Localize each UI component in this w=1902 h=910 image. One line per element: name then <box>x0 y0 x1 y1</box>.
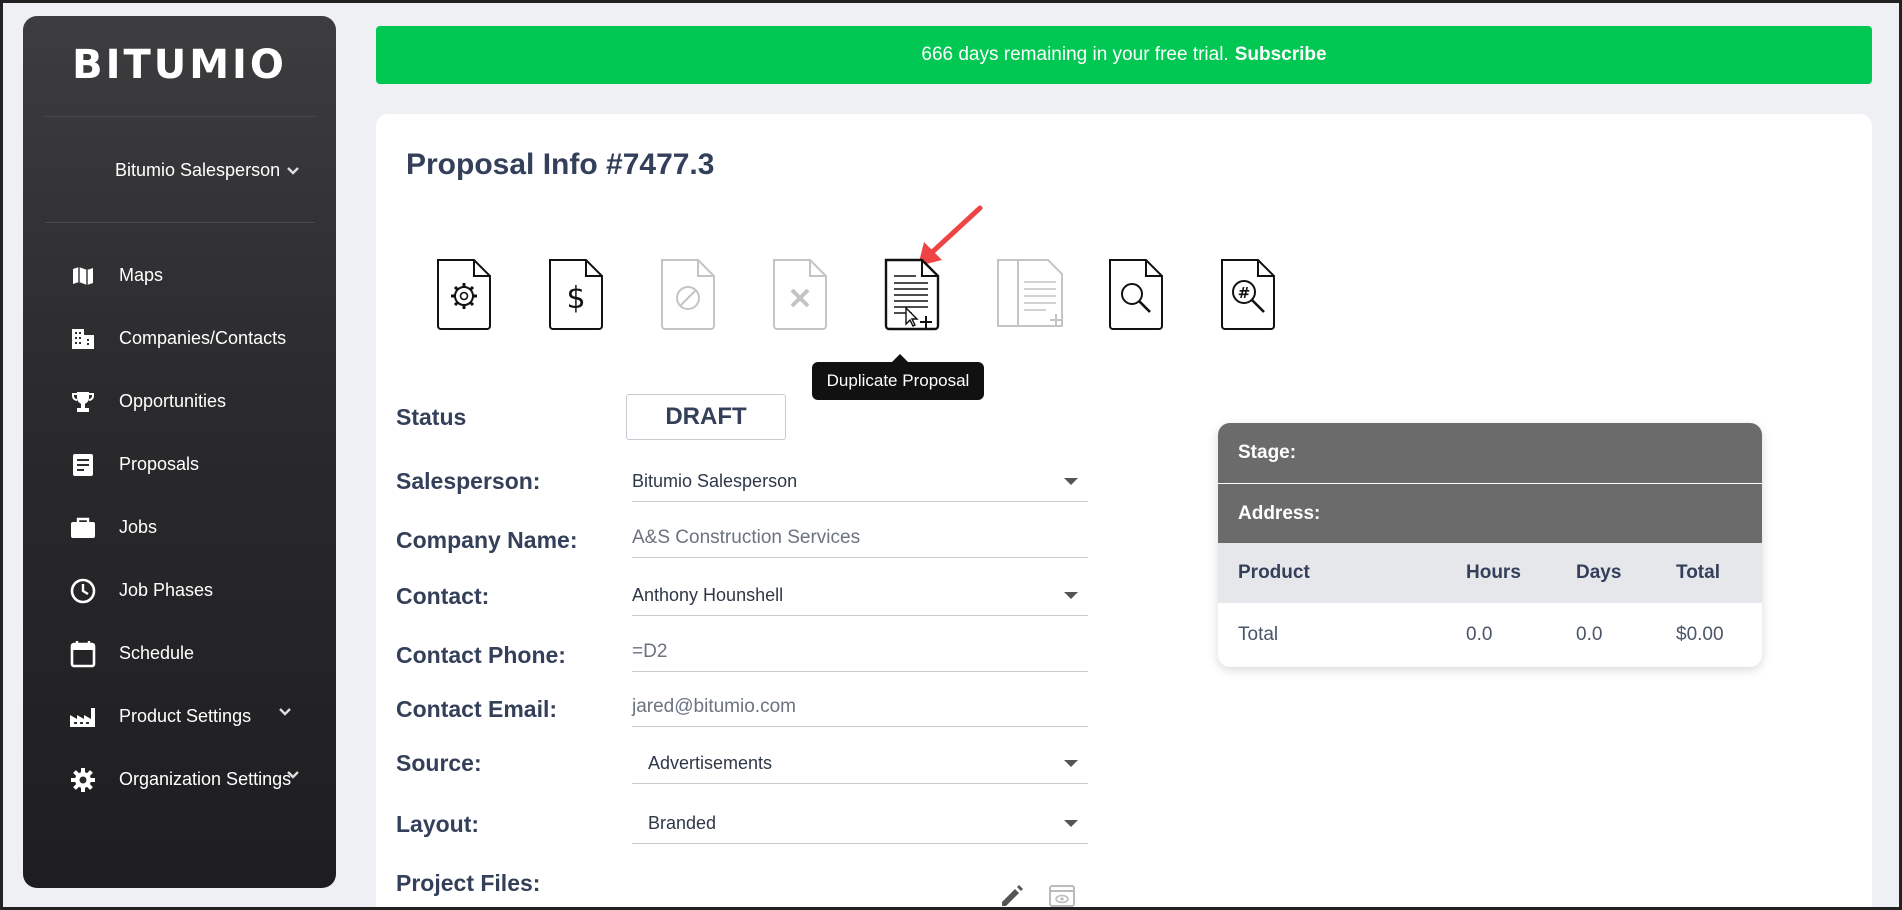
table-cell: $0.00 <box>1676 624 1724 645</box>
source-select[interactable]: Advertisements <box>632 744 1088 784</box>
sidebar-divider <box>45 116 315 117</box>
salesperson-value: Bitumio Salesperson <box>632 471 798 491</box>
sidebar: BITUMIO Bitumio Salesperson Maps Compani… <box>23 16 336 888</box>
contact-email-field[interactable]: jared@bitumio.com <box>632 687 1088 727</box>
contact-label: Contact: <box>396 583 490 609</box>
sidebar-nav: Maps Companies/Contacts Opportunities Pr… <box>23 244 336 811</box>
sidebar-item-label: Product Settings <box>119 706 252 726</box>
settings-document-icon[interactable] <box>434 256 494 332</box>
pricing-document-icon[interactable]: $ <box>546 256 606 332</box>
brand-logo[interactable]: BITUMIO <box>23 42 336 88</box>
table-cell: 0.0 <box>1466 624 1493 645</box>
company-name-label: Company Name: <box>396 527 578 553</box>
column-header: Product <box>1238 562 1310 583</box>
column-header: Days <box>1576 562 1622 583</box>
sidebar-item-label: Jobs <box>119 517 158 537</box>
sidebar-item-product-settings[interactable]: Product Settings <box>23 685 336 748</box>
gear-icon <box>69 766 97 794</box>
company-name-value: A&S Construction Services <box>632 526 861 548</box>
sidebar-item-maps[interactable]: Maps <box>23 244 336 307</box>
sidebar-item-companies[interactable]: Companies/Contacts <box>23 307 336 370</box>
table-row: Total 0.0 0.0 $0.00 <box>1218 603 1762 667</box>
salesperson-label: Salesperson: <box>396 468 541 494</box>
svg-text:$: $ <box>566 281 585 316</box>
briefcase-icon <box>69 514 97 542</box>
table-header: Product Hours Days Total <box>1218 543 1762 603</box>
address-label: Address: <box>1218 484 1762 543</box>
column-header: Total <box>1676 562 1720 583</box>
trial-banner: 666 days remaining in your free trial. S… <box>376 26 1872 84</box>
project-files-label: Project Files: <box>396 870 541 896</box>
contact-phone-label: Contact Phone: <box>396 642 566 668</box>
sidebar-item-proposals[interactable]: Proposals <box>23 433 336 496</box>
layout-label: Layout: <box>396 811 480 837</box>
sidebar-item-label: Maps <box>119 265 164 285</box>
caret-down-icon <box>1064 478 1078 485</box>
caret-down-icon <box>1064 592 1078 599</box>
source-value: Advertisements <box>648 753 773 773</box>
svg-text:#: # <box>1238 284 1251 302</box>
sidebar-item-jobs[interactable]: Jobs <box>23 496 336 559</box>
table-cell: 0.0 <box>1576 624 1603 645</box>
clock-icon <box>69 577 97 605</box>
calendar-icon <box>69 640 97 668</box>
edit-icon[interactable] <box>998 882 1024 908</box>
sidebar-item-label: Opportunities <box>119 391 227 411</box>
sidebar-item-label: Schedule <box>119 643 195 663</box>
proposal-card: Proposal Info #7477.3 $ # Duplicate Prop… <box>376 114 1872 910</box>
caret-down-icon <box>1064 820 1078 827</box>
layout-value: Branded <box>648 813 717 833</box>
contact-phone-field[interactable]: =D2 <box>632 632 1088 672</box>
stage-label: Stage: <box>1218 423 1762 483</box>
merge-document-icon[interactable] <box>994 256 1074 332</box>
company-name-field[interactable]: A&S Construction Services <box>632 518 1088 558</box>
duplicate-document-icon[interactable] <box>882 256 942 332</box>
contact-email-label: Contact Email: <box>396 696 558 722</box>
sidebar-item-opportunities[interactable]: Opportunities <box>23 370 336 433</box>
sidebar-item-label: Proposals <box>119 454 200 474</box>
caret-down-icon <box>1064 760 1078 767</box>
chevron-down-icon <box>287 771 299 779</box>
sidebar-item-label: Organization Settings <box>119 769 292 789</box>
document-icon <box>69 451 97 479</box>
sidebar-item-job-phases[interactable]: Job Phases <box>23 559 336 622</box>
sidebar-divider <box>45 222 315 223</box>
status-label: Status <box>396 404 467 430</box>
factory-icon <box>69 703 97 731</box>
sidebar-item-schedule[interactable]: Schedule <box>23 622 336 685</box>
void-document-icon[interactable] <box>658 256 718 332</box>
contact-phone-value: =D2 <box>632 640 668 662</box>
chevron-down-icon <box>279 708 291 716</box>
column-header: Hours <box>1466 562 1521 583</box>
page-title: Proposal Info #7477.3 <box>406 148 715 181</box>
sidebar-item-label: Job Phases <box>119 580 214 600</box>
duplicate-tooltip: Duplicate Proposal <box>812 354 984 400</box>
layout-select[interactable]: Branded <box>632 804 1088 844</box>
trophy-icon <box>69 388 97 416</box>
chevron-down-icon <box>287 166 299 175</box>
summary-panel: Stage: Address: Product Hours Days Total… <box>1218 423 1762 667</box>
trial-text: 666 days remaining in your free trial. <box>921 44 1229 65</box>
user-name: Bitumio Salesperson <box>115 160 281 180</box>
contact-select[interactable]: Anthony Hounshell <box>632 576 1088 616</box>
sidebar-item-label: Companies/Contacts <box>119 328 287 348</box>
salesperson-select[interactable]: Bitumio Salesperson <box>632 462 1088 502</box>
view-icon[interactable] <box>1048 882 1076 908</box>
source-label: Source: <box>396 750 482 776</box>
contact-email-value: jared@bitumio.com <box>632 695 796 717</box>
search-document-icon[interactable] <box>1106 256 1166 332</box>
user-menu[interactable]: Bitumio Salesperson <box>115 160 300 181</box>
search-number-document-icon[interactable]: # <box>1218 256 1278 332</box>
table-cell: Total <box>1238 624 1279 645</box>
sidebar-item-organization-settings[interactable]: Organization Settings <box>23 748 336 811</box>
map-icon <box>69 262 97 290</box>
delete-document-icon[interactable] <box>770 256 830 332</box>
contact-value: Anthony Hounshell <box>632 585 784 605</box>
building-icon <box>69 325 97 353</box>
status-badge: DRAFT <box>626 394 786 440</box>
subscribe-link[interactable]: Subscribe <box>1235 44 1327 66</box>
